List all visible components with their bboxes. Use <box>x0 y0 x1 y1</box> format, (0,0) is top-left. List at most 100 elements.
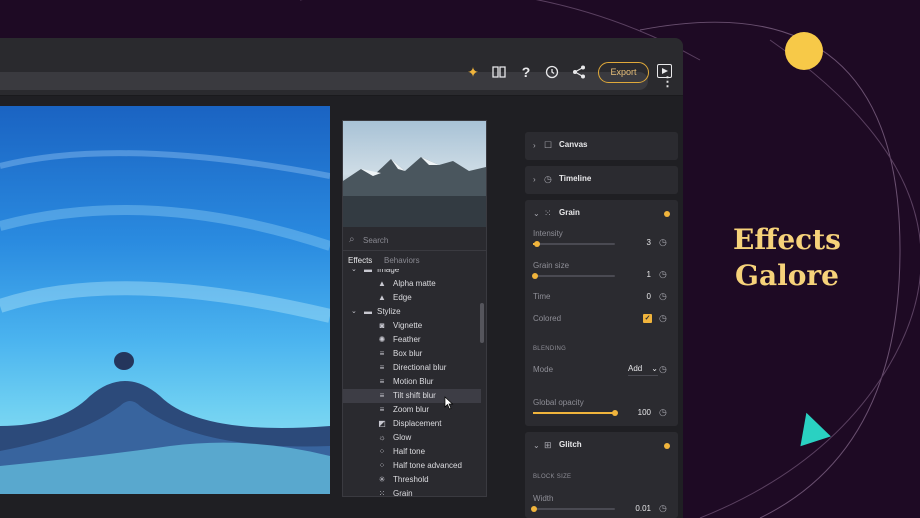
folder-icon: ▬ <box>364 269 372 274</box>
halftone-icon: ⁘ <box>378 447 386 456</box>
folder-icon: ▬ <box>364 307 372 316</box>
grain-size-label: Grain size <box>533 261 570 270</box>
active-dot <box>664 443 670 449</box>
section-header[interactable]: › ◷ Timeline <box>525 166 678 194</box>
colored-label: Colored <box>533 314 562 323</box>
displacement-icon: ◩ <box>378 419 386 428</box>
mouse-cursor-icon <box>444 396 454 410</box>
mountain-icon: ▲ <box>378 279 386 288</box>
width-value[interactable]: 0.01 <box>631 504 651 513</box>
global-opacity-slider[interactable] <box>533 410 618 416</box>
effects-search: ⌕ <box>343 229 486 251</box>
keyframe-clock-icon[interactable]: ◷ <box>659 503 667 514</box>
chevron-down-icon: ⌄ <box>351 269 357 273</box>
help-icon[interactable]: ? <box>518 64 534 80</box>
mode-select[interactable]: Add ⌄ <box>628 364 658 376</box>
effect-thumbnail <box>343 121 486 227</box>
global-opacity-label: Global opacity <box>533 398 584 407</box>
export-button[interactable]: Export <box>598 62 649 83</box>
section-header[interactable]: ⌄ ⊞ Glitch <box>525 432 678 460</box>
blur-icon: ≡ <box>379 363 385 372</box>
clock-icon: ◷ <box>544 174 552 184</box>
section-glitch: ⌄ ⊞ Glitch BLOCK SIZE Width 0.01 ◷ <box>525 432 678 518</box>
glow-icon: ☼ <box>378 433 386 442</box>
halftone-icon: ⁘ <box>378 461 386 470</box>
blending-header: BLENDING <box>533 346 567 352</box>
keyframe-clock-icon[interactable]: ◷ <box>659 407 667 418</box>
time-value[interactable]: 0 <box>631 292 651 301</box>
list-item[interactable]: ◩ Displacement <box>343 417 481 431</box>
active-dot <box>664 211 670 217</box>
book-icon[interactable] <box>491 64 507 80</box>
effects-list: ⌄ ▬ Image ▲ Alpha matte ▲ Edge ⌄ ▬ Styli… <box>343 269 481 497</box>
sun-circle <box>785 32 823 70</box>
mode-label: Mode <box>533 365 554 374</box>
mountain-icon: ▲ <box>378 293 386 302</box>
colored-checkbox[interactable]: ✓ <box>643 314 652 323</box>
keyframe-clock-icon[interactable]: ◷ <box>659 237 667 248</box>
sparkle-icon[interactable]: ✦ <box>465 64 481 80</box>
section-grain: ⌄ ⁙ Grain Intensity 3 ◷ Grain size 1 ◷ T… <box>525 200 678 426</box>
list-item[interactable]: ☼ Glow <box>343 431 481 445</box>
section-header[interactable]: › ☐ Canvas <box>525 132 678 160</box>
intensity-value[interactable]: 3 <box>631 238 651 247</box>
list-item[interactable]: ≡ Box blur <box>343 347 481 361</box>
search-input[interactable] <box>363 233 478 247</box>
effects-scrollbar[interactable] <box>480 303 484 343</box>
blur-icon: ≡ <box>379 391 385 400</box>
grain-icon: ⁙ <box>544 208 552 218</box>
keyframe-clock-icon[interactable]: ◷ <box>659 291 667 302</box>
block-size-header: BLOCK SIZE <box>533 474 572 480</box>
canvas-artwork <box>0 150 330 494</box>
canvas-preview[interactable] <box>0 106 330 494</box>
intensity-label: Intensity <box>533 229 563 238</box>
threshold-icon: ✳ <box>378 475 386 484</box>
feather-icon: ✺ <box>378 335 386 344</box>
list-item[interactable]: ▲ Alpha matte <box>343 277 481 291</box>
canvas-icon: ☐ <box>544 140 553 150</box>
global-opacity-value[interactable]: 100 <box>631 408 651 417</box>
grain-size-value[interactable]: 1 <box>631 270 651 279</box>
list-item[interactable]: ▲ Edge <box>343 291 481 305</box>
preview-play-icon[interactable] <box>657 64 672 78</box>
share-icon[interactable] <box>571 64 587 80</box>
list-item[interactable]: ⁙ Grain <box>343 487 481 497</box>
grain-icon: ⁙ <box>378 489 386 497</box>
effects-tabs: Effects Behaviors <box>343 253 486 269</box>
list-item[interactable]: ⁘ Half tone <box>343 445 481 459</box>
search-icon: ⌕ <box>349 234 355 245</box>
vignette-icon: ◙ <box>379 321 385 330</box>
teal-triangle <box>791 407 831 447</box>
folder-image[interactable]: ⌄ ▬ Image <box>343 269 481 277</box>
list-item[interactable]: ✳ Threshold <box>343 473 481 487</box>
keyframe-clock-icon[interactable]: ◷ <box>659 269 667 280</box>
blur-icon: ≡ <box>379 349 385 358</box>
time-label: Time <box>533 292 551 301</box>
list-item[interactable]: ≡ Directional blur <box>343 361 481 375</box>
folder-stylize[interactable]: ⌄ ▬ Stylize <box>343 305 481 319</box>
chevron-right-icon: › <box>533 141 536 150</box>
chevron-right-icon: › <box>533 175 536 184</box>
history-icon[interactable] <box>544 64 560 80</box>
tab-behaviors[interactable]: Behaviors <box>384 256 420 265</box>
keyframe-clock-icon[interactable]: ◷ <box>659 364 667 375</box>
section-timeline[interactable]: › ◷ Timeline <box>525 166 678 194</box>
list-item[interactable]: ⁘ Half tone advanced <box>343 459 481 473</box>
keyframe-clock-icon[interactable]: ◷ <box>659 313 667 324</box>
hero-title: Effects Galore <box>722 222 852 294</box>
section-canvas[interactable]: › ☐ Canvas <box>525 132 678 160</box>
list-item[interactable]: ✺ Feather <box>343 333 481 347</box>
tab-effects[interactable]: Effects <box>348 256 372 265</box>
list-item[interactable]: ≡ Zoom blur <box>343 403 481 417</box>
hero-title-line1: Effects <box>733 223 841 256</box>
effects-panel: ⌕ Effects Behaviors ⌄ ▬ Image ▲ Alpha ma… <box>342 120 487 497</box>
width-label: Width <box>533 494 554 503</box>
width-slider[interactable] <box>530 506 615 512</box>
section-header[interactable]: ⌄ ⁙ Grain <box>525 200 678 228</box>
grain-size-slider[interactable] <box>532 273 615 279</box>
intensity-slider[interactable] <box>533 241 615 247</box>
list-item-selected[interactable]: ≡ Tilt shift blur <box>343 389 481 403</box>
list-item[interactable]: ≡ Motion Blur <box>343 375 481 389</box>
list-item[interactable]: ◙ Vignette <box>343 319 481 333</box>
chevron-down-icon: ⌄ <box>533 441 540 450</box>
